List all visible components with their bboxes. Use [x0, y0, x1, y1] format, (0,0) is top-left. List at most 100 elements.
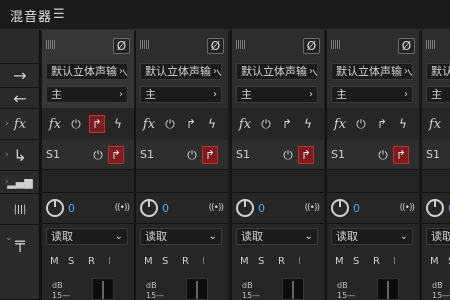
- fx-icon[interactable]: fx: [47, 115, 63, 133]
- pan-value[interactable]: 0: [68, 202, 75, 215]
- pan-knob[interactable]: [236, 199, 254, 217]
- power-icon[interactable]: ⏻: [258, 115, 274, 133]
- lightning-icon[interactable]: ϟ: [395, 115, 411, 133]
- row-labels-column: → ← › fx › ↳ › ▂▄▆ |ǀǀ| ⌄ ╤: [0, 30, 40, 300]
- output-select-label: 主: [431, 88, 442, 101]
- chevron-right-icon: ›: [307, 87, 313, 102]
- pre-post-icon[interactable]: ↱: [374, 115, 390, 133]
- send-power-icon[interactable]: ⏻: [280, 146, 296, 164]
- grip-icon[interactable]: [331, 40, 340, 49]
- grip-icon[interactable]: [236, 40, 245, 49]
- send-power-icon[interactable]: ⏻: [375, 146, 391, 164]
- pan-knob[interactable]: [140, 199, 158, 217]
- send-row-label[interactable]: › ↳: [0, 140, 40, 171]
- solo-button[interactable]: S: [162, 256, 168, 267]
- automation-select[interactable]: 读取⌄: [140, 228, 222, 245]
- pan-row: 0 ((•)): [422, 194, 450, 224]
- null-button[interactable]: Ø: [207, 38, 224, 54]
- input-select[interactable]: 默认立体声输入›: [236, 63, 318, 80]
- send-label: S1: [46, 148, 60, 161]
- volume-fader[interactable]: [92, 278, 114, 300]
- solo-button[interactable]: S: [258, 256, 264, 267]
- volume-fader[interactable]: [377, 278, 399, 300]
- stereo-icon[interactable]: ((•)): [115, 203, 130, 213]
- grip-icon[interactable]: [140, 40, 149, 49]
- automation-select[interactable]: 读取⌄: [236, 228, 318, 245]
- automation-row-label[interactable]: ⌄ ╤: [0, 225, 40, 300]
- volume-fader[interactable]: [282, 278, 304, 300]
- pan-value[interactable]: 0: [353, 202, 360, 215]
- stereo-icon[interactable]: ((•)): [400, 203, 415, 213]
- grip-icon[interactable]: [46, 40, 55, 49]
- fx-icon[interactable]: fx: [332, 115, 348, 133]
- input-select[interactable]: 默认立体声输入›: [46, 63, 128, 80]
- automation-select[interactable]: 读取⌄: [331, 228, 413, 245]
- pre-post-icon[interactable]: ↱: [89, 115, 105, 133]
- pan-knob[interactable]: [331, 199, 349, 217]
- mute-button[interactable]: M: [430, 256, 439, 267]
- null-button[interactable]: Ø: [398, 38, 415, 54]
- channel-strip: Ø 默认立体声输入› 主› fx ⏻ ↱ ϟ S1 ⏻ ↱ 0 ((•)) 读取…: [40, 30, 134, 300]
- power-icon[interactable]: ⏻: [162, 115, 178, 133]
- input-monitor-button[interactable]: I: [298, 256, 301, 267]
- pan-value[interactable]: 0: [258, 202, 265, 215]
- lightning-icon[interactable]: ϟ: [204, 115, 220, 133]
- fx-row-label[interactable]: › fx: [0, 109, 40, 140]
- hamburger-menu-icon[interactable]: ☰: [53, 7, 65, 22]
- null-button[interactable]: Ø: [303, 38, 320, 54]
- fx-icon[interactable]: fx: [427, 115, 443, 133]
- send-pre-post-icon[interactable]: ↱: [202, 146, 218, 164]
- input-monitor-button[interactable]: I: [108, 256, 111, 267]
- input-select[interactable]: 默认立体声输入›: [426, 63, 450, 80]
- power-icon[interactable]: ⏻: [68, 115, 84, 133]
- send-pre-post-icon[interactable]: ↱: [298, 146, 314, 164]
- fx-icon[interactable]: fx: [141, 115, 157, 133]
- send-row: S1 ⏻ ↱: [232, 140, 324, 170]
- lightning-icon[interactable]: ϟ: [300, 115, 316, 133]
- lightning-icon[interactable]: ϟ: [110, 115, 126, 133]
- output-select[interactable]: 主›: [331, 86, 413, 103]
- record-button[interactable]: R: [182, 256, 189, 267]
- send-pre-post-icon[interactable]: ↱: [108, 146, 124, 164]
- output-select[interactable]: 主›: [426, 86, 450, 103]
- volume-fader[interactable]: [186, 278, 208, 300]
- solo-button[interactable]: S: [353, 256, 359, 267]
- null-button[interactable]: Ø: [113, 38, 130, 54]
- output-select[interactable]: 主›: [140, 86, 222, 103]
- input-select[interactable]: 默认立体声输入›: [331, 63, 413, 80]
- solo-button[interactable]: S: [68, 256, 74, 267]
- automation-select[interactable]: 读取⌄: [426, 228, 450, 245]
- output-select[interactable]: 主›: [236, 86, 318, 103]
- power-icon[interactable]: ⏻: [353, 115, 369, 133]
- pan-value[interactable]: 0: [162, 202, 169, 215]
- pre-post-icon[interactable]: ↱: [183, 115, 199, 133]
- mute-button[interactable]: M: [240, 256, 249, 267]
- output-select[interactable]: 主›: [46, 86, 128, 103]
- automation-select[interactable]: 读取⌄: [46, 228, 128, 245]
- send-power-icon[interactable]: ⏻: [90, 146, 106, 164]
- input-monitor-button[interactable]: I: [202, 256, 205, 267]
- input-monitor-button[interactable]: I: [393, 256, 396, 267]
- io-panel: Ø 默认立体声输入› 主›: [422, 30, 450, 108]
- mute-button[interactable]: M: [144, 256, 153, 267]
- mute-button[interactable]: M: [335, 256, 344, 267]
- fx-icon[interactable]: fx: [237, 115, 253, 133]
- record-button[interactable]: R: [373, 256, 380, 267]
- automation-select-label: 读取: [145, 230, 167, 243]
- input-select[interactable]: 默认立体声输入›: [140, 63, 222, 80]
- io-panel: Ø 默认立体声输入› 主›: [42, 30, 134, 108]
- send-power-icon[interactable]: ⏻: [184, 146, 200, 164]
- pan-knob[interactable]: [46, 199, 64, 217]
- pan-knob[interactable]: [426, 199, 444, 217]
- msri-buttons: M S R I: [430, 256, 450, 268]
- meter-row-label[interactable]: › ▂▄▆: [0, 171, 40, 194]
- grip-icon[interactable]: [426, 40, 435, 49]
- stereo-icon[interactable]: ((•)): [305, 203, 320, 213]
- stereo-icon[interactable]: ((•)): [209, 203, 224, 213]
- record-button[interactable]: R: [88, 256, 95, 267]
- mute-button[interactable]: M: [50, 256, 59, 267]
- automation-icon: ╤: [15, 233, 25, 252]
- send-pre-post-icon[interactable]: ↱: [393, 146, 409, 164]
- pre-post-icon[interactable]: ↱: [279, 115, 295, 133]
- record-button[interactable]: R: [278, 256, 285, 267]
